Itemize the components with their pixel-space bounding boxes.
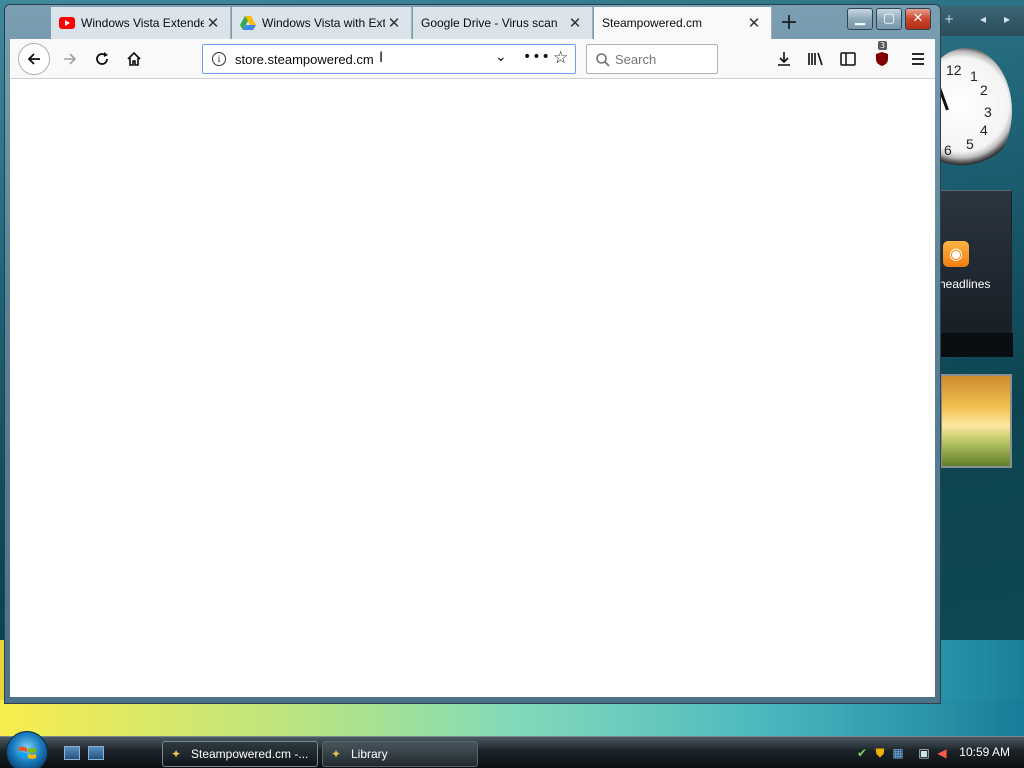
search-bar[interactable] [586,44,718,74]
chevron-down-icon[interactable]: ⌄ [495,49,507,65]
home-icon [127,51,141,66]
tab-title: Steampowered.cm [602,16,703,30]
page-actions-icon[interactable]: ••• [523,49,551,65]
sidebar-button[interactable] [834,45,862,73]
feed-headlines-gadget[interactable]: ◉ headlines [939,190,1013,357]
sidebar-header: + ◂ ▸ [940,6,1024,36]
close-window-button[interactable]: ✕ [905,8,931,30]
sidebar-add-icon[interactable]: + [944,12,954,26]
tab-windows-vista-with-extended[interactable]: Windows Vista with Extended ✕ [232,7,412,39]
sidebar-icon [840,52,856,66]
url-text[interactable]: store.steampowered.cm [235,52,374,67]
window-controls: ▁ ▢ ✕ [847,8,931,30]
windows-logo-icon [19,746,36,759]
page-content[interactable] [10,79,935,697]
security-shield-icon[interactable]: ⛊ [872,745,888,761]
firefox-icon: ✦ [171,747,182,761]
ublock-count-badge: 3 [878,41,888,50]
taskbar-button-steampowered[interactable]: ✦ Steampowered.cm -... [162,741,318,767]
tab-google-drive-virus-scan[interactable]: Google Drive - Virus scan ✕ [413,7,593,39]
wallpaper-glow-band [0,700,1024,736]
close-icon[interactable]: ✕ [566,14,584,32]
sidebar-next-icon[interactable]: ▸ [1004,12,1010,26]
sidebar-prev-icon[interactable]: ◂ [980,12,986,26]
close-icon[interactable]: ✕ [204,14,222,32]
search-icon [596,53,610,67]
tab-title: Windows Vista Extended [81,16,204,30]
close-icon[interactable]: ✕ [745,14,763,32]
firefox-icon: ✦ [331,747,342,761]
download-icon [778,52,790,66]
volume-muted-icon[interactable]: ◀ [934,745,950,761]
clock-number: 5 [966,136,974,152]
text-cursor-icon: I [379,50,384,66]
home-button[interactable] [120,45,148,73]
back-button[interactable] [18,43,50,75]
show-desktop-icon[interactable] [64,746,80,760]
feeds-label: headlines [939,277,991,291]
switch-windows-icon[interactable] [88,746,104,760]
close-icon[interactable]: ✕ [385,14,403,32]
tab-steampowered[interactable]: Steampowered.cm ✕ [594,7,772,39]
feeds-footer [941,333,1013,357]
clock-number: 2 [980,82,988,98]
library-button[interactable] [802,45,830,73]
ublock-origin-button[interactable]: 3 [868,41,896,73]
forward-arrow-icon [64,53,77,65]
slideshow-gadget[interactable] [940,374,1012,468]
network-icon[interactable]: ▣ [916,745,932,761]
url-bar[interactable]: i store.steampowered.cm I ⌄ ••• ☆ [202,44,576,74]
tab-title: Windows Vista with Extended [262,16,385,30]
minimize-button[interactable]: ▁ [847,8,873,30]
clock-number: 4 [980,122,988,138]
rss-feed-icon: ◉ [943,241,969,267]
menu-button[interactable] [904,45,932,73]
network-check-icon[interactable]: ✔ [854,745,870,761]
windows-flag-icon[interactable]: ▦ [890,745,906,761]
system-tray: ✔ ⛊ ▦ ▣ ◀ 10:59 AM [852,737,1024,768]
google-drive-icon [240,15,256,31]
taskbar-button-library[interactable]: ✦ Library [322,741,478,767]
youtube-icon [59,15,75,31]
info-icon[interactable]: i [212,52,226,66]
hamburger-menu-icon [912,53,924,65]
back-arrow-icon [27,53,40,65]
start-button[interactable] [6,731,48,768]
firefox-window: Windows Vista Extended ✕ Windows Vista w… [4,4,941,704]
reload-icon [96,52,108,65]
taskbar-button-label: Library [351,747,388,761]
reload-button[interactable] [88,45,116,73]
tab-strip: Windows Vista Extended ✕ Windows Vista w… [5,7,845,39]
tab-windows-vista-extended[interactable]: Windows Vista Extended ✕ [51,7,231,39]
bookmark-star-icon[interactable]: ☆ [553,48,568,68]
maximize-button[interactable]: ▢ [876,8,902,30]
navigation-toolbar: i store.steampowered.cm I ⌄ ••• ☆ 3 [10,39,935,79]
library-icon [808,52,823,66]
ublock-shield-icon [876,52,888,66]
tab-title: Google Drive - Virus scan [421,16,558,30]
taskbar: ✦ Steampowered.cm -... ✦ Library ✔ ⛊ ▦ ▣… [0,731,1024,768]
taskbar-button-label: Steampowered.cm -... [191,747,309,761]
taskbar-clock[interactable]: 10:59 AM [959,745,1010,759]
clock-number: 12 [946,62,962,78]
clock-number: 3 [984,104,992,120]
forward-button[interactable] [56,45,84,73]
search-input[interactable] [615,50,711,68]
downloads-button[interactable] [770,45,798,73]
clock-number: 6 [944,142,952,158]
clock-number: 1 [970,68,978,84]
new-tab-button[interactable]: + [775,11,803,37]
